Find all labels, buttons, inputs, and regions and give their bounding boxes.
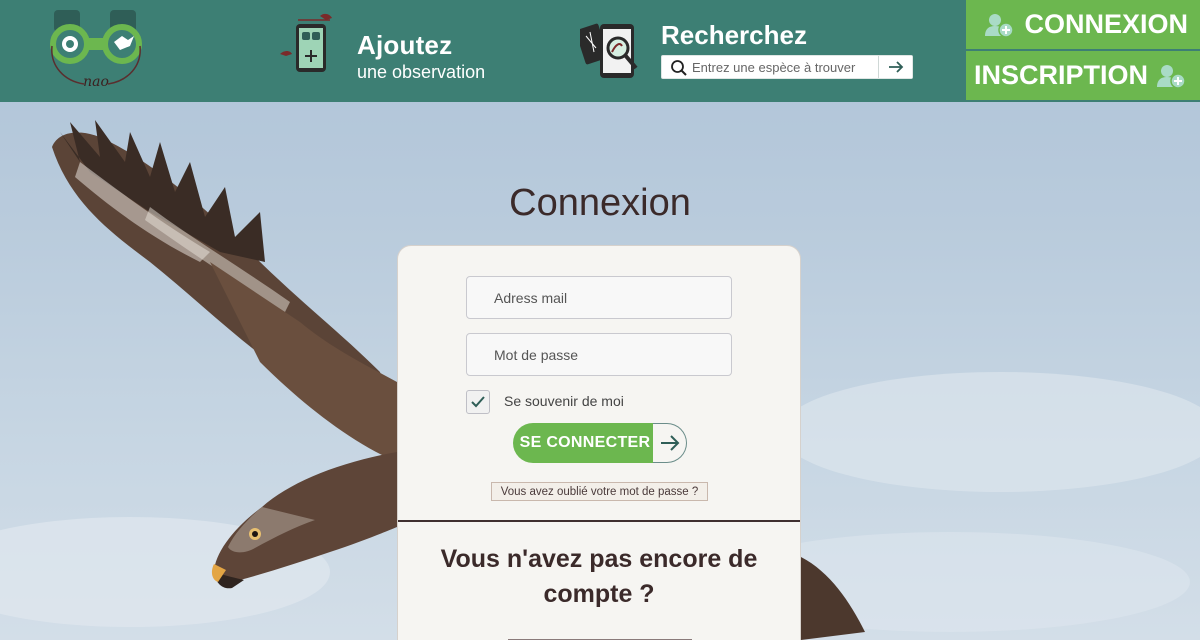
nav-search-title: Recherchez [661,20,807,50]
remember-me-checkbox[interactable] [466,390,490,414]
phone-search-icon [580,23,638,78]
nav-add-subtitle: une observation [357,62,486,82]
binoculars-logo-icon[interactable]: nao [44,6,148,94]
login-card: Se souvenir de moi SE CONNECTER Vous ave… [397,245,801,640]
search-submit-button[interactable] [878,56,912,78]
header-signup-label: INSCRIPTION [974,60,1149,90]
login-submit-button[interactable]: SE CONNECTER [513,423,687,463]
species-search-box [661,55,913,79]
logo-text: nao [83,74,109,90]
arrow-right-icon [660,435,679,451]
remember-me-label: Se souvenir de moi [504,393,624,409]
page-title: Connexion [509,182,691,224]
header-login-label: CONNEXION [1024,9,1188,39]
login-submit-arrow [653,423,687,463]
checkmark-icon [471,396,485,408]
species-search-input[interactable] [692,56,878,78]
nav-search: Recherchez [580,10,920,82]
search-icon [671,60,687,76]
arrow-right-icon [888,61,903,73]
password-field[interactable] [466,333,732,376]
card-divider [398,520,800,522]
remember-me: Se souvenir de moi [466,390,706,414]
nav-add-observation[interactable]: Ajoutez une observation [280,10,510,82]
header-login-button[interactable]: CONNEXION [966,0,1200,49]
login-submit-label: SE CONNECTER [513,423,657,463]
forgot-password-link[interactable]: Vous avez oublié votre mot de passe ? [491,482,708,501]
user-add-icon [985,13,1015,38]
auth-panel: CONNEXION INSCRIPTION [966,0,1200,102]
email-field[interactable] [466,276,732,319]
nav-add-title: Ajoutez [357,30,453,60]
no-account-heading: Vous n'avez pas encore de compte ? [440,545,758,608]
phone-add-icon [280,13,332,72]
header-signup-button[interactable]: INSCRIPTION [966,51,1200,100]
user-add-icon [1157,64,1186,89]
top-header: nao Ajoutez une observation Recherchez E… [0,0,1200,102]
